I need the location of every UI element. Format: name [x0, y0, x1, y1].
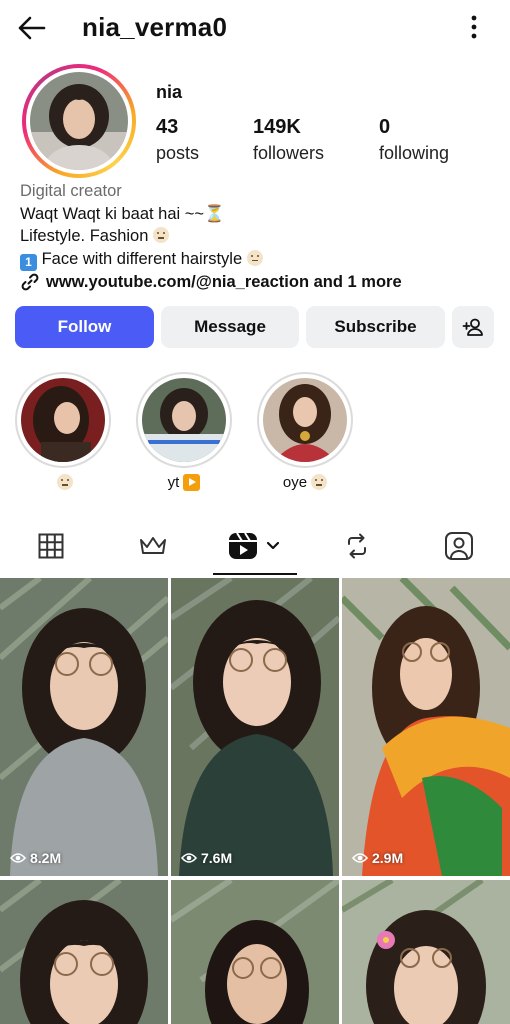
reel-thumbnail[interactable] — [0, 880, 168, 1024]
followers-count: 149K — [253, 116, 301, 138]
active-tab-indicator — [213, 573, 297, 575]
eye-icon — [10, 853, 26, 863]
highlight-item[interactable]: oye — [257, 372, 353, 492]
view-count: 7.6M — [181, 850, 232, 866]
display-name: nia — [156, 82, 183, 102]
highlight-cover — [263, 378, 347, 462]
view-count: 2.9M — [352, 850, 403, 866]
stat-posts[interactable]: 43 posts — [156, 116, 199, 164]
reel-image — [171, 880, 339, 1024]
view-count: 8.2M — [10, 850, 61, 866]
face-emoji-icon — [246, 249, 263, 266]
reel-thumbnail[interactable]: 2.9M — [342, 578, 510, 876]
more-options-icon[interactable] — [466, 12, 482, 42]
profile-bio: Digital creator Waqt Waqt ki baat hai ~~… — [20, 180, 402, 293]
subscribe-button[interactable]: Subscribe — [306, 306, 445, 348]
reel-image — [0, 578, 168, 876]
tab-collabs[interactable] — [113, 518, 193, 574]
reel-image — [0, 880, 168, 1024]
stat-following[interactable]: 0 following — [379, 116, 449, 164]
reel-thumbnail[interactable] — [342, 880, 510, 1024]
eye-icon — [181, 853, 197, 863]
back-arrow-icon[interactable] — [14, 10, 50, 46]
profile-tabs — [0, 518, 510, 576]
play-icon — [183, 473, 201, 491]
tagged-person-icon — [445, 532, 473, 560]
face-emoji-icon — [311, 474, 328, 490]
following-count: 0 — [379, 116, 391, 138]
add-user-button[interactable] — [452, 306, 494, 348]
reel-thumbnail[interactable]: 7.6M — [171, 578, 339, 876]
reel-thumbnail[interactable] — [171, 880, 339, 1024]
reel-image — [342, 880, 510, 1024]
bio-link[interactable]: www.youtube.com/@nia_reaction and 1 more — [20, 271, 402, 294]
tab-reposts[interactable] — [317, 518, 397, 574]
message-button[interactable]: Message — [161, 306, 299, 348]
bio-category: Digital creator — [20, 182, 122, 200]
grid-icon — [38, 533, 64, 559]
highlight-cover — [142, 378, 226, 462]
reels-icon — [229, 532, 280, 559]
posts-count: 43 — [156, 116, 179, 138]
repost-icon — [348, 533, 366, 559]
bio-link-text[interactable]: www.youtube.com/@nia_reaction and 1 more — [46, 271, 402, 294]
profile-avatar[interactable] — [22, 64, 136, 178]
link-icon — [21, 273, 39, 291]
crown-icon — [140, 537, 166, 554]
bio-line: 1 Face with different hairstyle — [20, 248, 402, 271]
follow-button[interactable]: Follow — [15, 306, 154, 348]
tab-reels[interactable] — [215, 518, 295, 574]
eye-icon — [352, 853, 368, 863]
tab-grid[interactable] — [11, 518, 91, 574]
stat-followers[interactable]: 149K followers — [253, 116, 324, 164]
bio-line: Waqt Waqt ki baat hai ~~⏳ — [20, 204, 225, 223]
reels-grid: 8.2M 7.6M 2.9M — [0, 578, 510, 1024]
tab-tagged[interactable] — [419, 518, 499, 574]
top-bar: nia_verma0 — [0, 0, 510, 56]
reel-image — [342, 578, 510, 876]
reel-thumbnail[interactable]: 8.2M — [0, 578, 168, 876]
keycap-one-icon: 1 — [20, 253, 37, 271]
followers-label: followers — [253, 143, 325, 163]
avatar-photo — [30, 72, 128, 170]
following-label: following — [379, 143, 450, 163]
highlight-item[interactable]: yt — [136, 372, 232, 492]
bio-line: Lifestyle. Fashion — [20, 225, 402, 248]
face-emoji-icon — [57, 474, 73, 490]
face-emoji-icon — [153, 227, 169, 243]
highlight-item[interactable] — [15, 372, 111, 492]
profile-username: nia_verma0 — [82, 12, 228, 42]
posts-label: posts — [156, 143, 200, 163]
reel-image — [171, 578, 339, 876]
add-person-icon — [462, 318, 483, 336]
highlight-cover — [21, 378, 105, 462]
